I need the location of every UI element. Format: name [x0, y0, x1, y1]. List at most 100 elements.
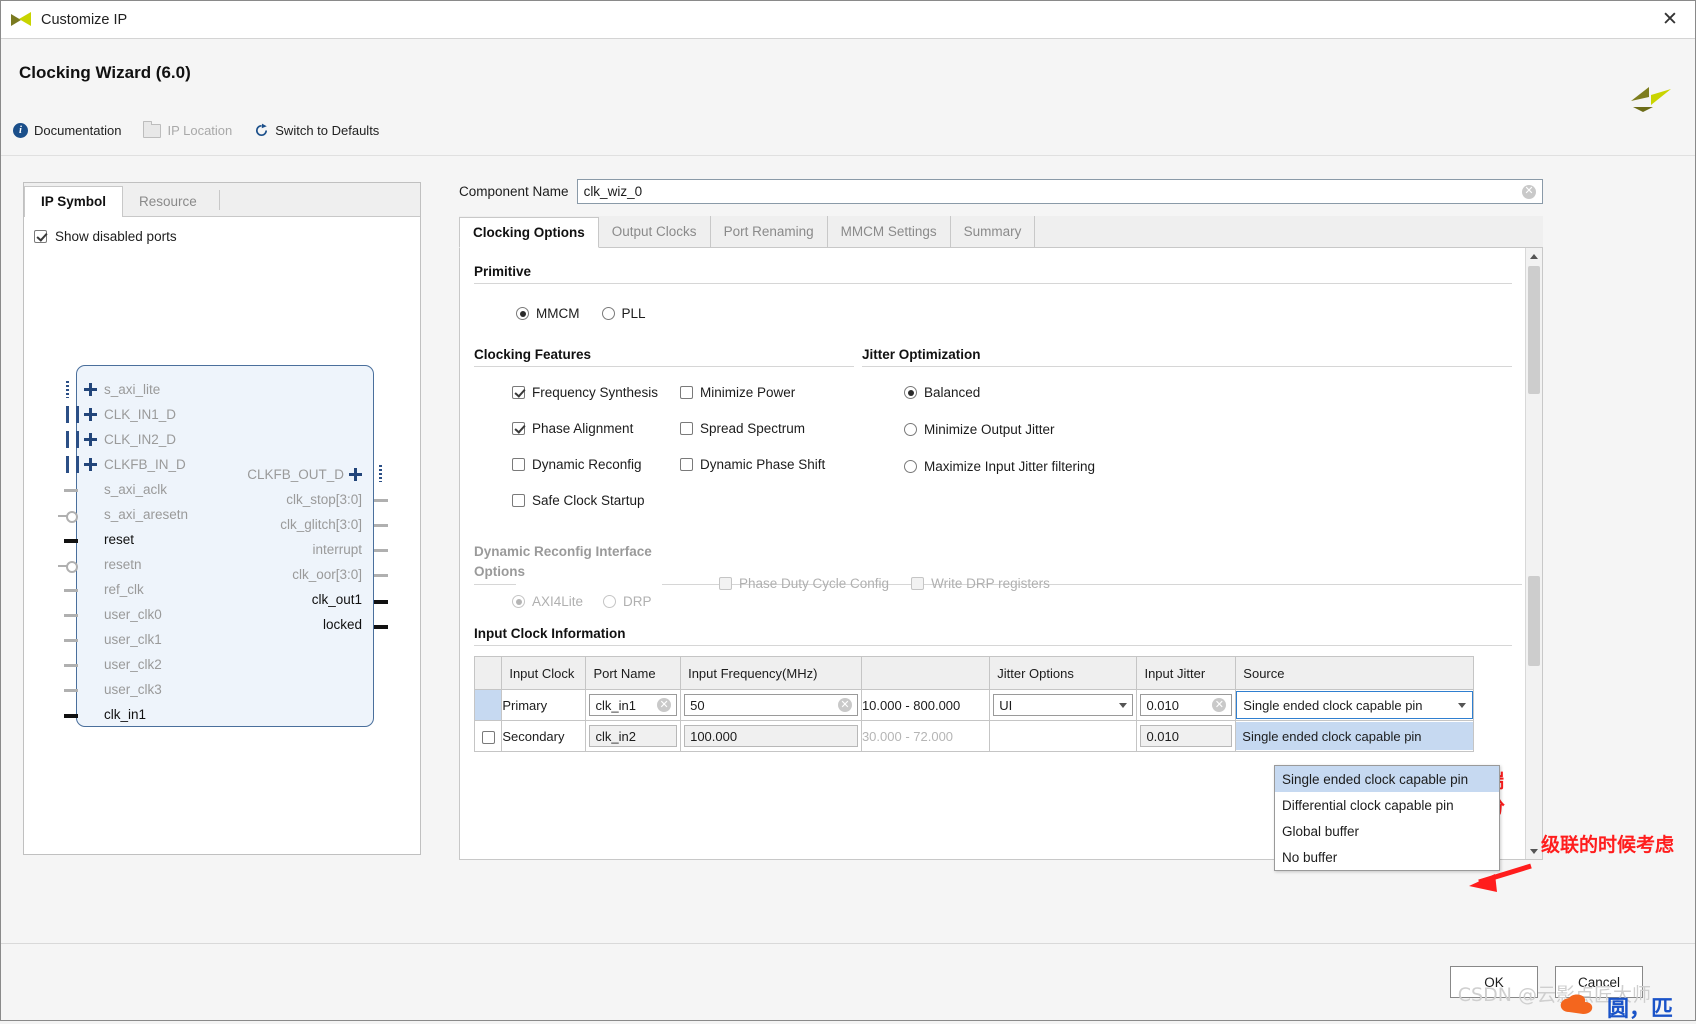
bus-stub-clk-in2-d [66, 431, 79, 448]
checkbox-icon [512, 458, 525, 471]
chevron-up-icon [1530, 253, 1538, 259]
port-resetn: resetn [104, 557, 142, 572]
checkbox-icon [512, 422, 525, 435]
window-titlebar: Customize IP ✕ [1, 1, 1695, 39]
cell-source-primary[interactable]: Single ended clock capable pin [1235, 689, 1474, 721]
close-icon[interactable]: ✕ [1655, 7, 1685, 33]
ip-location-button[interactable]: IP Location [142, 120, 232, 138]
jitter-optimization-title: Jitter Optimization [862, 347, 981, 362]
checkbox-frequency-synthesis[interactable]: Frequency Synthesis [512, 385, 680, 400]
checkbox-icon [911, 577, 925, 590]
pin-stub-clk-oor [374, 574, 388, 577]
tab-clocking-options[interactable]: Clocking Options [459, 217, 599, 248]
checkbox-safe-clock-startup[interactable]: Safe Clock Startup [512, 493, 680, 508]
expand-icon-clk-in1-d[interactable] [84, 408, 97, 421]
col-source: Source [1235, 656, 1474, 690]
port-s-axi-aclk: s_axi_aclk [104, 482, 168, 497]
row-select-primary[interactable] [473, 689, 503, 721]
xilinx-header-logo-icon [1631, 87, 1671, 112]
row-select-secondary[interactable] [473, 720, 503, 752]
tab-output-clocks[interactable]: Output Clocks [599, 216, 711, 247]
clear-icon[interactable]: ✕ [1522, 184, 1536, 199]
checkbox-minimize-power[interactable]: Minimize Power [680, 385, 854, 400]
clear-icon[interactable]: ✕ [837, 698, 852, 712]
tab-ip-symbol[interactable]: IP Symbol [24, 186, 124, 217]
dynamic-reconfig-group: Dynamic Reconfig Interface Options AXI4L… [474, 542, 1522, 612]
dropdown-item-single-ended[interactable]: Single ended clock capable pin [1275, 766, 1499, 792]
source-dropdown-list[interactable]: Single ended clock capable pin Different… [1274, 765, 1500, 871]
input-jitter-input-primary[interactable]: 0.010 ✕ [1140, 694, 1233, 716]
component-name-input[interactable]: clk_wiz_0 ✕ [576, 179, 1543, 204]
component-name-value: clk_wiz_0 [583, 184, 643, 199]
scrollbar-thumb[interactable] [1528, 266, 1540, 394]
source-select-primary[interactable]: Single ended clock capable pin [1236, 691, 1473, 719]
dropdown-item-no-buffer[interactable]: No buffer [1275, 844, 1499, 870]
tab-mmcm-settings[interactable]: MMCM Settings [828, 216, 951, 247]
checkbox-dynamic-reconfig[interactable]: Dynamic Reconfig [512, 457, 680, 472]
dynamic-reconfig-title-line2: Options [474, 563, 525, 579]
cell-frequency-range-secondary: 30.000 - 72.000 [860, 720, 991, 752]
port-name-input-secondary: clk_in2 [589, 725, 678, 747]
window-title: Customize IP [41, 11, 128, 28]
radio-axi4lite[interactable]: AXI4Lite [512, 594, 583, 609]
cell-port-name-primary[interactable]: clk_in1 ✕ [585, 689, 682, 721]
radio-maximize-input-jitter-filtering[interactable]: Maximize Input Jitter filtering [904, 459, 1512, 474]
radio-icon [603, 595, 617, 608]
cell-input-clock-primary: Primary [501, 689, 587, 721]
scroll-down-button[interactable] [1526, 843, 1542, 859]
radio-icon [904, 386, 917, 399]
pane-scrollbar[interactable] [1525, 248, 1542, 859]
radio-minimize-output-jitter[interactable]: Minimize Output Jitter [904, 422, 1512, 437]
cell-port-name-secondary: clk_in2 [585, 720, 682, 752]
documentation-button[interactable]: i Documentation [13, 123, 121, 138]
radio-mmcm[interactable]: MMCM [516, 306, 580, 321]
clear-icon[interactable]: ✕ [1212, 698, 1227, 712]
tab-port-renaming[interactable]: Port Renaming [711, 216, 828, 247]
clear-icon[interactable]: ✕ [657, 698, 672, 712]
port-locked: locked [322, 617, 362, 632]
expand-icon-clkfb-out-d[interactable] [349, 468, 362, 481]
cell-input-clock-secondary: Secondary [501, 720, 587, 752]
chevron-down-icon [1530, 848, 1538, 854]
switch-to-defaults-button[interactable]: Switch to Defaults [254, 123, 379, 138]
checkbox-phase-alignment[interactable]: Phase Alignment [512, 421, 680, 436]
cell-input-frequency-primary[interactable]: 50 ✕ [680, 689, 862, 721]
checkbox-label: Dynamic Phase Shift [700, 457, 826, 472]
pin-stub-clk-glitch [374, 524, 388, 527]
checkbox-phase-duty-cycle-config[interactable]: Phase Duty Cycle Config [719, 576, 889, 591]
table-row[interactable]: Secondary clk_in2 100.000 30.000 - 72.00… [473, 720, 1474, 752]
tab-resource[interactable]: Resource [123, 187, 213, 216]
checkbox-icon [34, 230, 47, 243]
port-clk-glitch: clk_glitch[3:0] [280, 517, 362, 532]
checkbox-icon[interactable] [481, 730, 495, 744]
tab-summary[interactable]: Summary [951, 216, 1036, 247]
cell-input-jitter-primary[interactable]: 0.010 ✕ [1136, 689, 1237, 721]
radio-drp[interactable]: DRP [603, 594, 652, 609]
show-disabled-ports-checkbox[interactable]: Show disabled ports [24, 217, 420, 244]
checkbox-dynamic-phase-shift[interactable]: Dynamic Phase Shift [680, 457, 854, 472]
checkbox-label: Phase Alignment [532, 421, 634, 436]
checkbox-write-drp-registers[interactable]: Write DRP registers [911, 576, 1050, 591]
pin-stub-user-clk0 [64, 614, 78, 617]
port-s-axi-aresetn: s_axi_aresetn [104, 507, 189, 522]
scrollbar-thumb-secondary[interactable] [1528, 576, 1540, 666]
cell-jitter-options-primary[interactable]: UI [989, 689, 1138, 721]
jitter-optimization-group: Jitter Optimization Balanced Minimize Ou… [862, 347, 1512, 508]
table-row[interactable]: Primary clk_in1 ✕ 50 ✕ 10.000 - 800.000 … [473, 689, 1474, 721]
jitter-options-select-primary[interactable]: UI [993, 694, 1134, 716]
expand-icon-clkfb-in-d[interactable] [84, 458, 97, 471]
pin-stub-ref-clk [64, 589, 78, 592]
dropdown-item-global-buffer[interactable]: Global buffer [1275, 818, 1499, 844]
col-jitter-options: Jitter Options [989, 656, 1138, 690]
expand-icon-clk-in2-d[interactable] [84, 433, 97, 446]
dropdown-item-differential[interactable]: Differential clock capable pin [1275, 792, 1499, 818]
source-value: Single ended clock capable pin [1242, 728, 1422, 744]
checkbox-spread-spectrum[interactable]: Spread Spectrum [680, 421, 854, 436]
radio-pll[interactable]: PLL [601, 306, 646, 321]
watermark-logo-icon: 圆，匹 [1560, 994, 1673, 1022]
expand-icon-s-axi-lite[interactable] [84, 383, 97, 396]
scroll-up-button[interactable] [1526, 248, 1542, 264]
input-frequency-input-primary[interactable]: 50 ✕ [684, 694, 858, 716]
radio-balanced[interactable]: Balanced [904, 385, 1512, 400]
port-name-input-primary[interactable]: clk_in1 ✕ [589, 694, 678, 716]
